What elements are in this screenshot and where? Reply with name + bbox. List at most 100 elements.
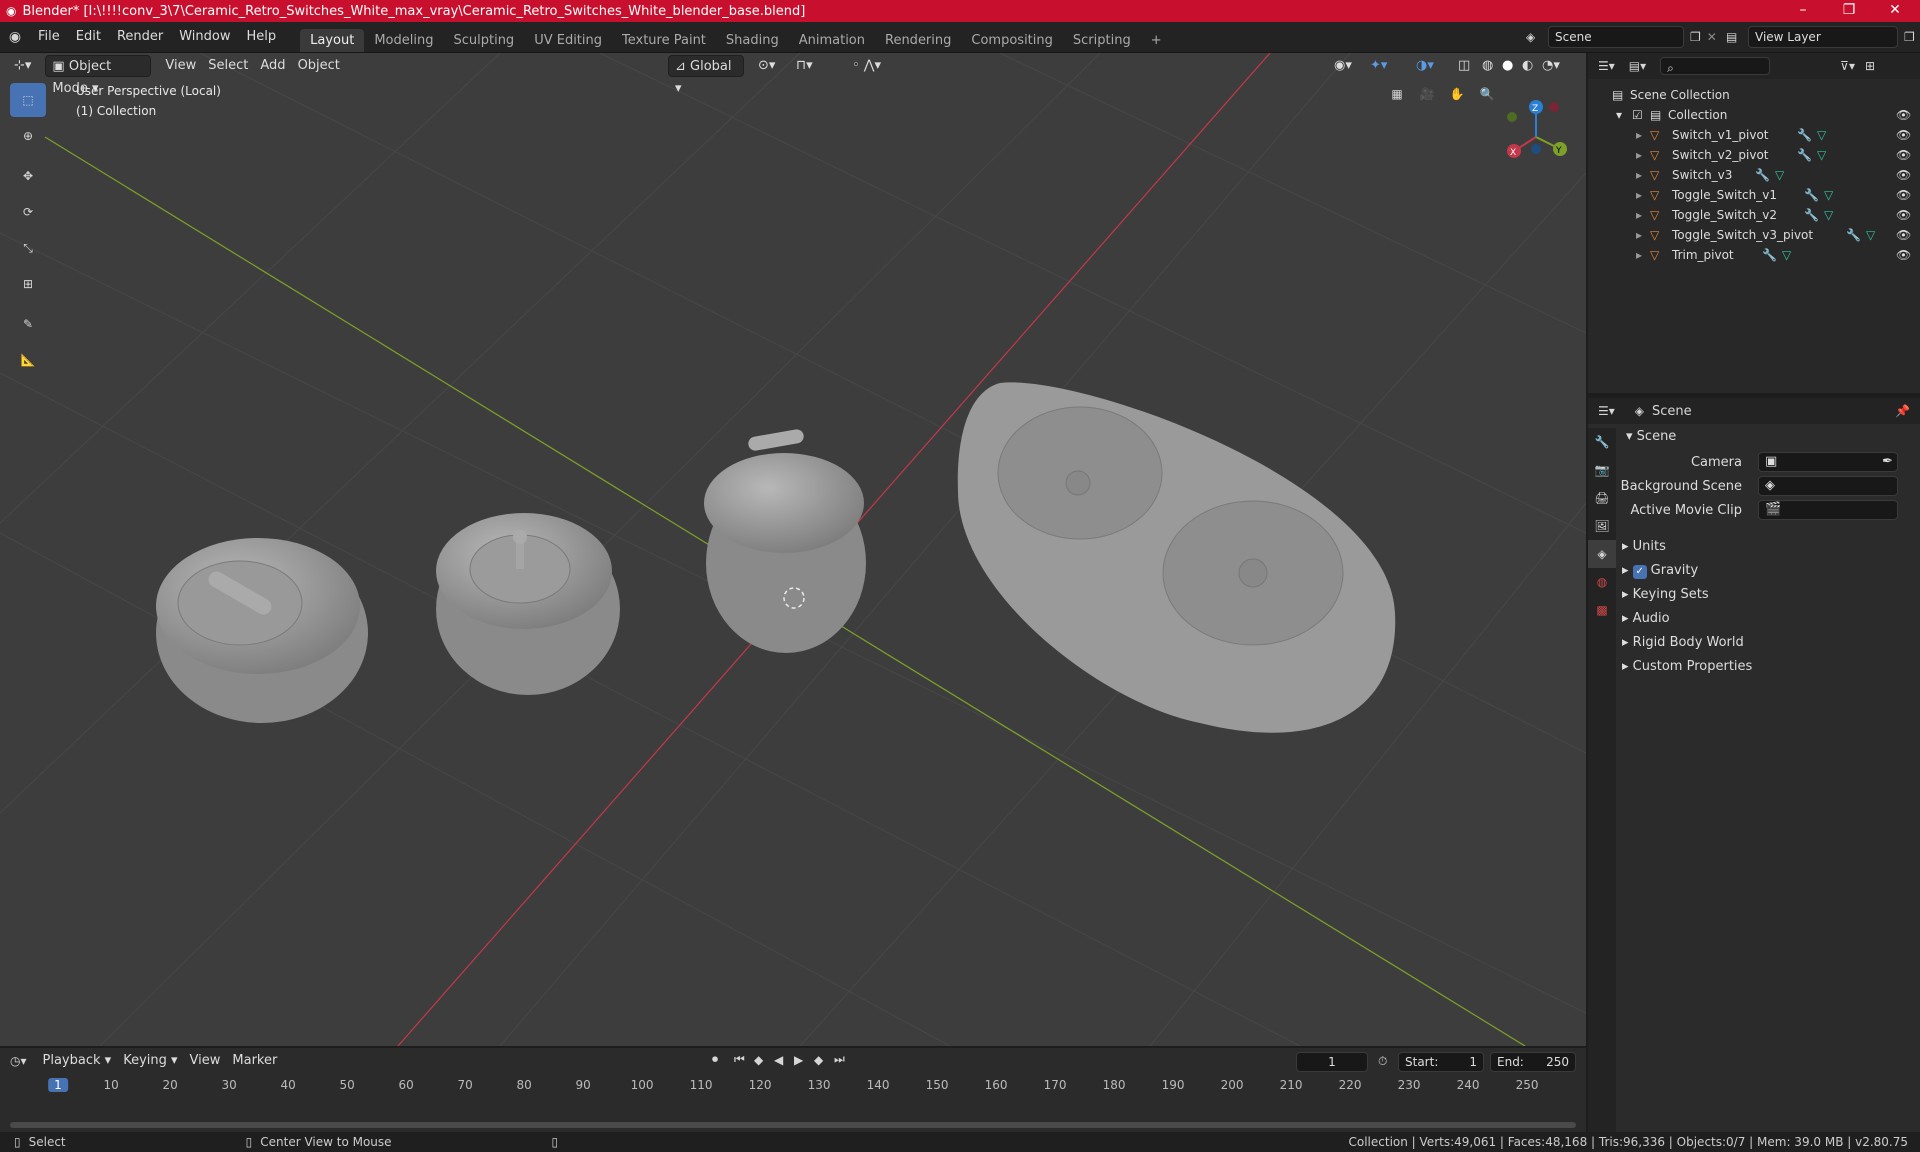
- gizmo-toggle-icon[interactable]: ✦▾: [1364, 55, 1393, 77]
- snap-icon[interactable]: ⊓▾: [790, 55, 819, 77]
- gravity-panel[interactable]: ▸ ✓ Gravity: [1622, 560, 1698, 582]
- world-tab-icon[interactable]: ◍: [1588, 568, 1616, 596]
- rotate-tool[interactable]: ⟳: [10, 195, 46, 229]
- new-scene-icon[interactable]: ❐: [1690, 30, 1701, 44]
- camera-view-icon[interactable]: 🎥: [1412, 87, 1442, 101]
- menu-add[interactable]: Add: [254, 55, 291, 77]
- scene-field[interactable]: Scene: [1548, 26, 1684, 48]
- eye-icon[interactable]: 👁: [1896, 125, 1911, 145]
- filter-icon[interactable]: ⊽▾: [1840, 59, 1855, 73]
- background-scene-field[interactable]: ◈: [1758, 476, 1898, 496]
- transform-orientation-dropdown[interactable]: ⊿ Global ▾: [668, 55, 744, 96]
- expand-arrow-icon[interactable]: ▾: [1616, 105, 1622, 125]
- outliner-item[interactable]: ▸ ▽ Toggle_Switch_v3_pivot 🔧 ▽ 👁: [1588, 225, 1920, 245]
- menu-view[interactable]: View: [159, 55, 202, 77]
- delete-scene-icon[interactable]: ✕: [1707, 30, 1717, 44]
- annotate-tool[interactable]: ✎: [10, 307, 46, 341]
- outliner-editor-icon[interactable]: ☰▾: [1598, 59, 1615, 73]
- cursor-tool[interactable]: ⊕: [10, 119, 46, 153]
- rendered-shading-icon[interactable]: ◔▾: [1536, 55, 1566, 77]
- render-tab-icon[interactable]: 📷: [1588, 456, 1616, 484]
- new-collection-icon[interactable]: ⊞: [1865, 59, 1875, 73]
- menu-render[interactable]: Render: [109, 26, 171, 48]
- expand-arrow-icon[interactable]: ▸: [1636, 165, 1642, 185]
- keying-sets-panel[interactable]: ▸ Keying Sets: [1622, 584, 1709, 606]
- outliner-item[interactable]: ▸ ▽ Switch_v1_pivot 🔧 ▽ 👁: [1588, 125, 1920, 145]
- proportional-edit-icon[interactable]: ◦ ⋀▾: [846, 55, 887, 77]
- tab-compositing[interactable]: Compositing: [961, 29, 1063, 52]
- output-tab-icon[interactable]: 🖨: [1588, 484, 1616, 512]
- expand-arrow-icon[interactable]: ▸: [1636, 205, 1642, 225]
- grid-view-icon[interactable]: ▦: [1382, 87, 1412, 101]
- checkbox-icon[interactable]: ☑: [1632, 105, 1643, 125]
- outliner-search-input[interactable]: ⌕: [1660, 57, 1771, 75]
- add-workspace-button[interactable]: +: [1141, 29, 1172, 52]
- menu-select[interactable]: Select: [202, 55, 254, 77]
- tab-layout[interactable]: Layout: [300, 29, 365, 52]
- audio-panel[interactable]: ▸ Audio: [1622, 608, 1670, 630]
- eye-icon[interactable]: 👁: [1896, 205, 1911, 225]
- expand-arrow-icon[interactable]: ▸: [1636, 145, 1642, 165]
- view-layer-tab-icon[interactable]: 🖼: [1588, 512, 1616, 540]
- blender-menu-icon[interactable]: ◉: [0, 29, 30, 45]
- tab-texture-paint[interactable]: Texture Paint: [612, 29, 716, 52]
- tab-animation[interactable]: Animation: [789, 29, 875, 52]
- eyedropper-icon[interactable]: ✒: [1882, 453, 1893, 471]
- menu-file[interactable]: File: [30, 26, 68, 48]
- maximize-button[interactable]: ❐: [1826, 0, 1872, 22]
- measure-tool[interactable]: 📐: [10, 343, 46, 377]
- overlay-toggle-icon[interactable]: ◑▾: [1410, 55, 1440, 77]
- tab-modeling[interactable]: Modeling: [364, 29, 443, 52]
- tab-shading[interactable]: Shading: [716, 29, 789, 52]
- display-mode-icon[interactable]: ▤▾: [1629, 59, 1646, 73]
- outliner-item[interactable]: ▸ ▽ Switch_v2_pivot 🔧 ▽ 👁: [1588, 145, 1920, 165]
- custom-properties-panel[interactable]: ▸ Custom Properties: [1622, 656, 1752, 678]
- menu-edit[interactable]: Edit: [68, 26, 109, 48]
- expand-arrow-icon[interactable]: ▸: [1636, 225, 1642, 245]
- camera-field[interactable]: ▣ ✒: [1758, 452, 1898, 472]
- eye-icon[interactable]: 👁: [1896, 165, 1911, 185]
- tab-scripting[interactable]: Scripting: [1063, 29, 1141, 52]
- eye-icon[interactable]: 👁: [1896, 105, 1911, 125]
- eye-icon[interactable]: 👁: [1896, 245, 1911, 265]
- minimize-button[interactable]: –: [1780, 0, 1826, 22]
- select-box-tool[interactable]: ⬚: [10, 83, 46, 117]
- expand-arrow-icon[interactable]: ▸: [1636, 245, 1642, 265]
- pivot-point-icon[interactable]: ⊙▾: [752, 55, 781, 77]
- outliner-item[interactable]: ▸ ▽ Toggle_Switch_v2 🔧 ▽ 👁: [1588, 205, 1920, 225]
- outliner-item[interactable]: ▸ ▽ Trim_pivot 🔧 ▽ 👁: [1588, 245, 1920, 265]
- move-tool[interactable]: ✥: [10, 159, 46, 193]
- timeline-scrollbar[interactable]: [10, 1122, 1576, 1128]
- expand-arrow-icon[interactable]: ▸: [1636, 125, 1642, 145]
- movie-clip-field[interactable]: 🎬: [1758, 500, 1898, 520]
- tab-rendering[interactable]: Rendering: [875, 29, 961, 52]
- eye-icon[interactable]: 👁: [1896, 225, 1911, 245]
- pan-hand-icon[interactable]: ✋: [1442, 87, 1472, 101]
- pin-icon[interactable]: 📌: [1895, 404, 1910, 418]
- gravity-checkbox[interactable]: ✓: [1632, 565, 1647, 579]
- texture-tab-icon[interactable]: ▩: [1588, 596, 1616, 624]
- eye-icon[interactable]: 👁: [1896, 185, 1911, 205]
- editor-type-icon[interactable]: ⊹▾: [8, 55, 37, 77]
- menu-window[interactable]: Window: [171, 26, 238, 48]
- expand-arrow-icon[interactable]: ▸: [1636, 185, 1642, 205]
- eye-icon[interactable]: 👁: [1896, 145, 1911, 165]
- visibility-icon[interactable]: ◉▾: [1328, 55, 1358, 77]
- new-view-layer-icon[interactable]: ❐: [1904, 30, 1915, 44]
- scale-tool[interactable]: ⤡: [10, 231, 46, 265]
- scene-collection-row[interactable]: ▤ Scene Collection: [1588, 85, 1920, 105]
- scene-tab-icon[interactable]: ◈: [1588, 540, 1616, 568]
- outliner-item[interactable]: ▸ ▽ Switch_v3 🔧 ▽ 👁: [1588, 165, 1920, 185]
- collection-row[interactable]: ▾ ☑ ▤ Collection 👁: [1588, 105, 1920, 125]
- view-layer-field[interactable]: View Layer: [1748, 26, 1898, 48]
- menu-object[interactable]: Object: [292, 55, 346, 77]
- tab-uv-editing[interactable]: UV Editing: [524, 29, 612, 52]
- xray-icon[interactable]: ◫: [1452, 55, 1476, 77]
- menu-help[interactable]: Help: [239, 26, 285, 48]
- units-panel[interactable]: ▸ Units: [1622, 536, 1666, 558]
- frame-ruler[interactable]: 1 10 20 30 40 50 60 70 80 90 100 110 120 130 140 150 160…: [0, 1048, 1586, 1132]
- 3d-viewport[interactable]: ⊹▾ ▣ Object Mode ▾ View Select Add Objec…: [0, 53, 1586, 1046]
- transform-tool[interactable]: ⊞: [10, 267, 46, 301]
- properties-editor-icon[interactable]: ☰▾: [1598, 404, 1615, 418]
- rigid-body-world-panel[interactable]: ▸ Rigid Body World: [1622, 632, 1744, 654]
